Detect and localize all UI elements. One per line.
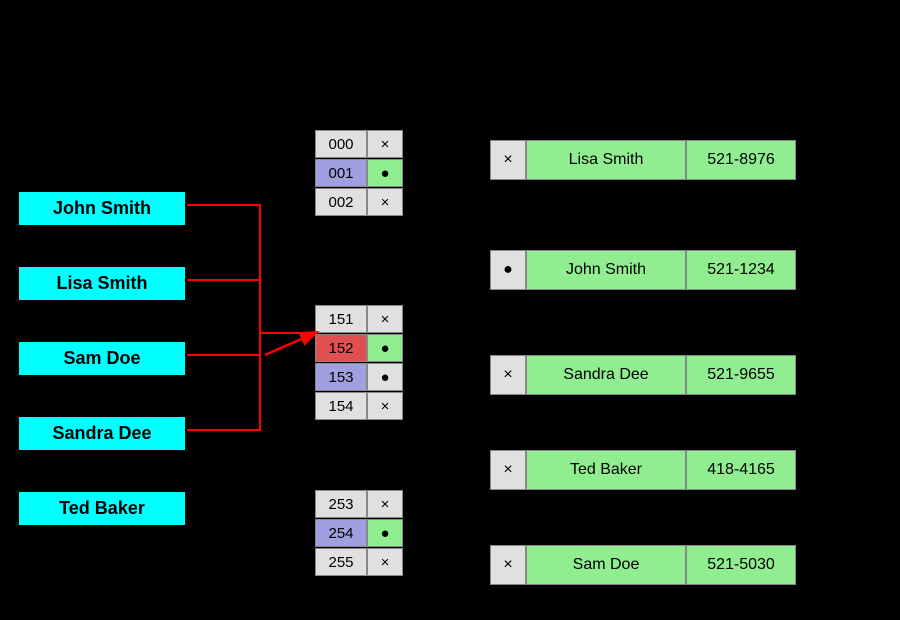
name-box-sam: Sam Doe — [17, 340, 187, 377]
result-phone: 521-8976 — [686, 140, 796, 180]
index-num: 001 — [315, 159, 367, 187]
result-name: Lisa Smith — [526, 140, 686, 180]
index-row: 152 ● — [315, 334, 403, 362]
index-icon: ● — [367, 159, 403, 187]
index-icon: ● — [367, 363, 403, 391]
name-box-john: John Smith — [17, 190, 187, 227]
result-icon: ● — [490, 250, 526, 290]
result-name: Ted Baker — [526, 450, 686, 490]
result-icon: × — [490, 450, 526, 490]
index-icon: × — [367, 490, 403, 518]
index-row: 151 × — [315, 305, 403, 333]
index-num: 002 — [315, 188, 367, 216]
index-icon: × — [367, 130, 403, 158]
index-num: 152 — [315, 334, 367, 362]
result-row-ted: × Ted Baker 418-4165 — [490, 450, 796, 490]
index-icon: ● — [367, 519, 403, 547]
index-num: 151 — [315, 305, 367, 333]
connection-lines — [0, 0, 900, 620]
result-row-john: ● John Smith 521-1234 — [490, 250, 796, 290]
name-box-ted: Ted Baker — [17, 490, 187, 527]
index-group-3: 253 × 254 ● 255 × — [315, 490, 403, 577]
index-row: 000 × — [315, 130, 403, 158]
index-icon: × — [367, 392, 403, 420]
index-row: 255 × — [315, 548, 403, 576]
name-box-sandra: Sandra Dee — [17, 415, 187, 452]
result-name: Sam Doe — [526, 545, 686, 585]
result-phone: 521-1234 — [686, 250, 796, 290]
name-box-lisa: Lisa Smith — [17, 265, 187, 302]
index-icon: ● — [367, 334, 403, 362]
index-row: 254 ● — [315, 519, 403, 547]
index-row: 253 × — [315, 490, 403, 518]
index-icon: × — [367, 305, 403, 333]
result-row-sandra: × Sandra Dee 521-9655 — [490, 355, 796, 395]
index-num: 154 — [315, 392, 367, 420]
index-row: 153 ● — [315, 363, 403, 391]
result-icon: × — [490, 545, 526, 585]
index-icon: × — [367, 188, 403, 216]
result-phone: 418-4165 — [686, 450, 796, 490]
result-phone: 521-5030 — [686, 545, 796, 585]
result-row-lisa: × Lisa Smith 521-8976 — [490, 140, 796, 180]
index-num: 254 — [315, 519, 367, 547]
result-row-sam: × Sam Doe 521-5030 — [490, 545, 796, 585]
result-icon: × — [490, 355, 526, 395]
index-row: 154 × — [315, 392, 403, 420]
result-name: Sandra Dee — [526, 355, 686, 395]
result-phone: 521-9655 — [686, 355, 796, 395]
index-num: 153 — [315, 363, 367, 391]
index-num: 255 — [315, 548, 367, 576]
index-icon: × — [367, 548, 403, 576]
index-num: 253 — [315, 490, 367, 518]
result-name: John Smith — [526, 250, 686, 290]
index-group-1: 000 × 001 ● 002 × — [315, 130, 403, 217]
index-group-2: 151 × 152 ● 153 ● 154 × — [315, 305, 403, 421]
index-num: 000 — [315, 130, 367, 158]
result-icon: × — [490, 140, 526, 180]
index-row: 002 × — [315, 188, 403, 216]
index-row: 001 ● — [315, 159, 403, 187]
